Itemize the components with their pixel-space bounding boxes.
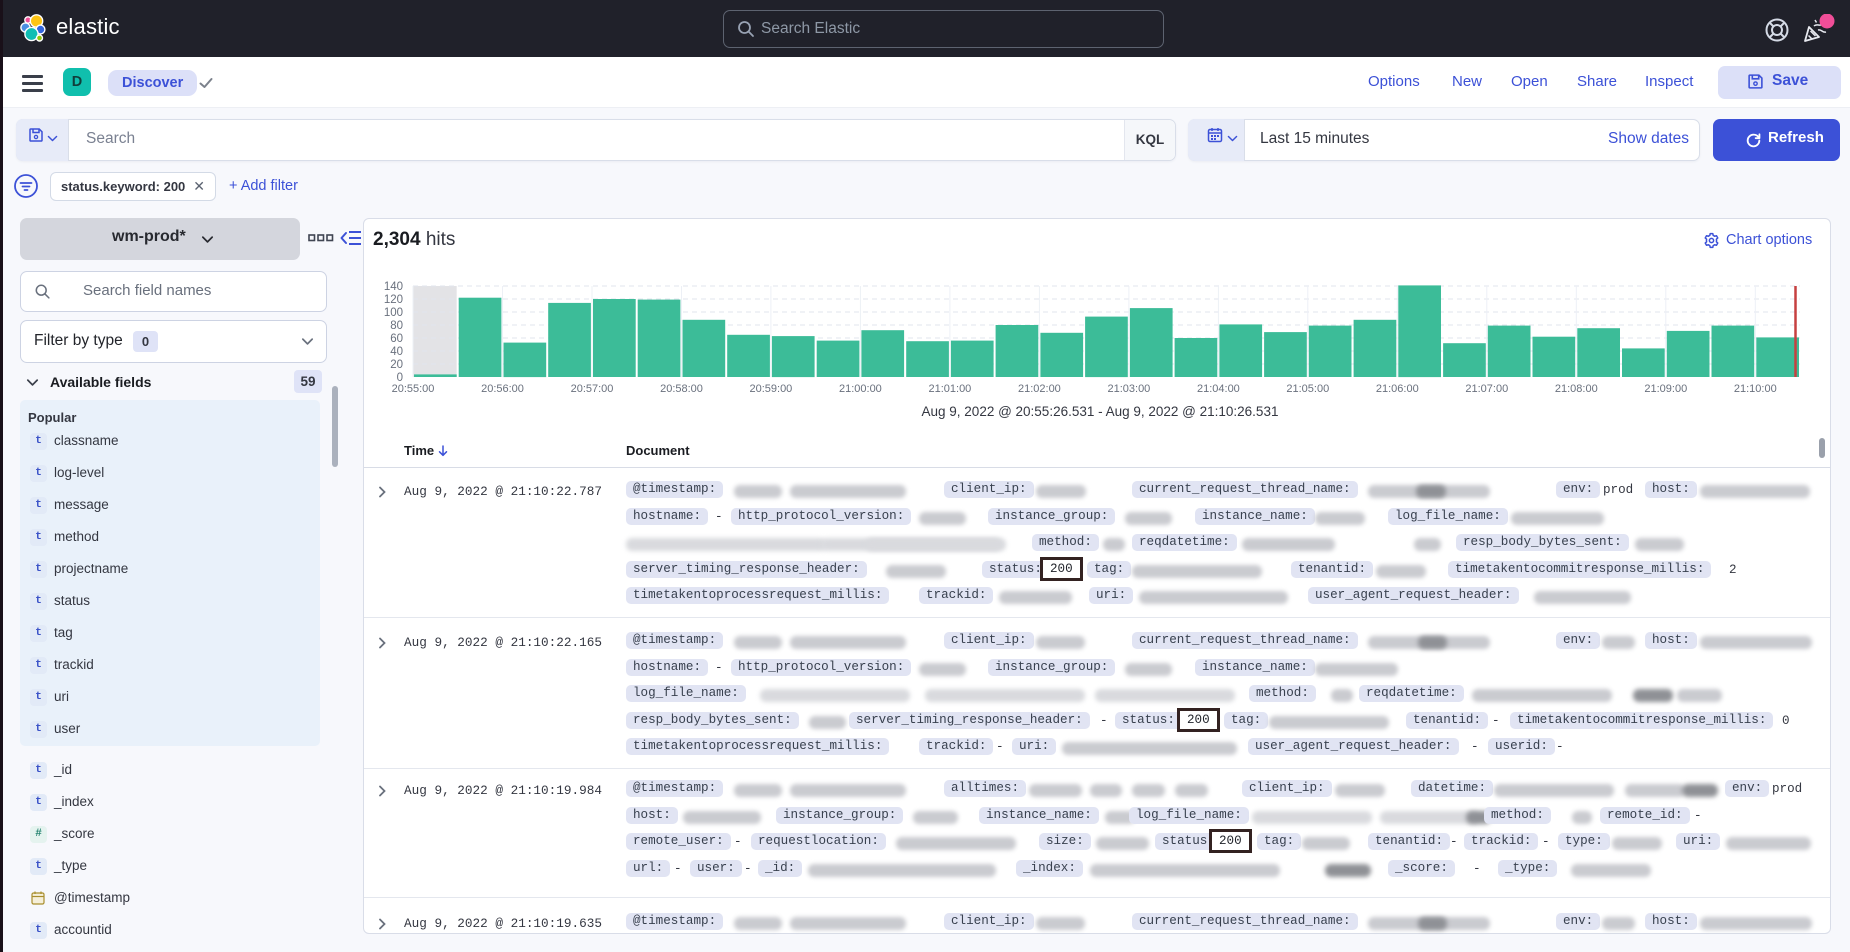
- svg-text:21:03:00: 21:03:00: [1107, 383, 1150, 395]
- svg-text:21:09:00: 21:09:00: [1644, 383, 1687, 395]
- svg-text:21:07:00: 21:07:00: [1465, 383, 1508, 395]
- svg-text:20:56:00: 20:56:00: [481, 383, 524, 395]
- svg-text:21:02:00: 21:02:00: [1018, 383, 1061, 395]
- svg-text:20: 20: [390, 359, 403, 371]
- svg-text:20:58:00: 20:58:00: [660, 383, 703, 395]
- svg-text:120: 120: [384, 294, 403, 306]
- svg-text:40: 40: [390, 346, 403, 358]
- svg-text:21:05:00: 21:05:00: [1286, 383, 1329, 395]
- svg-text:21:06:00: 21:06:00: [1376, 383, 1419, 395]
- svg-text:21:08:00: 21:08:00: [1555, 383, 1598, 395]
- svg-text:20:59:00: 20:59:00: [749, 383, 792, 395]
- svg-text:21:00:00: 21:00:00: [839, 383, 882, 395]
- svg-text:140: 140: [384, 281, 403, 293]
- svg-text:100: 100: [384, 307, 403, 319]
- svg-text:60: 60: [390, 333, 403, 345]
- svg-text:21:10:00: 21:10:00: [1734, 383, 1777, 395]
- svg-text:21:01:00: 21:01:00: [928, 383, 971, 395]
- svg-text:80: 80: [390, 320, 403, 332]
- svg-text:21:04:00: 21:04:00: [1197, 383, 1240, 395]
- svg-text:20:57:00: 20:57:00: [571, 383, 614, 395]
- svg-text:20:55:00: 20:55:00: [392, 383, 435, 395]
